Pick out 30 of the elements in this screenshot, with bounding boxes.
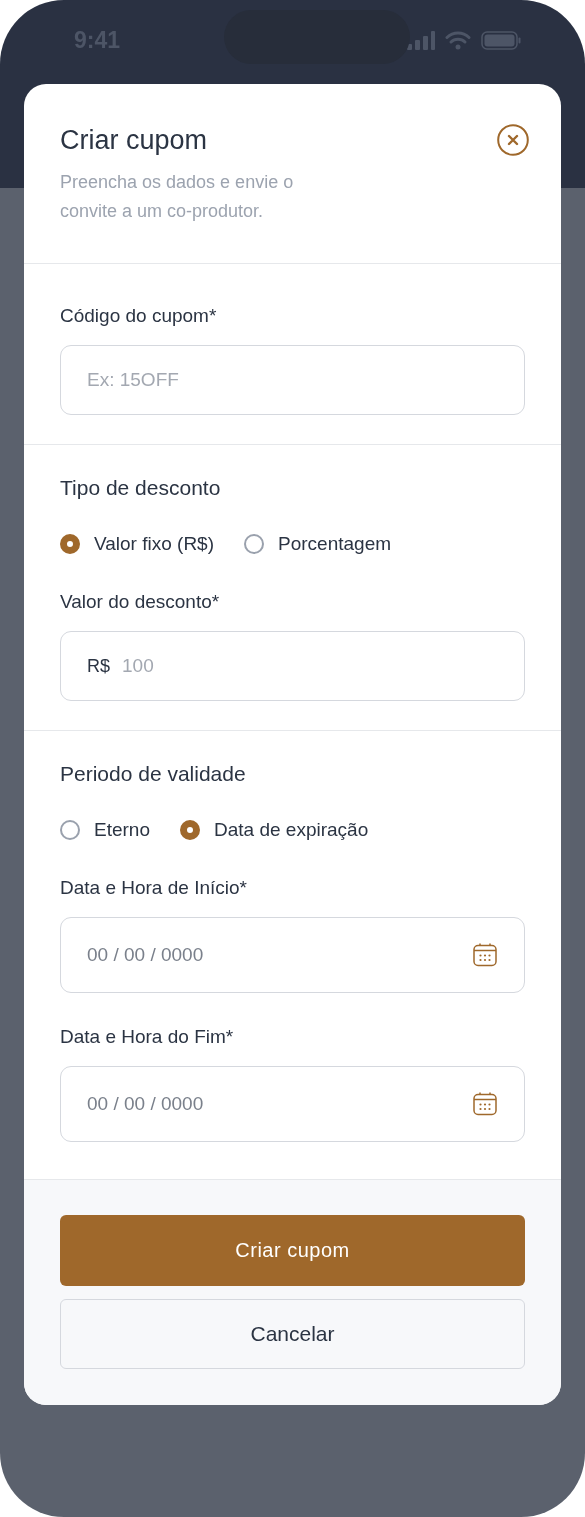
radio-option[interactable]: Valor fixo (R$) [60,531,214,557]
input-field[interactable]: Ex: 15OFF [60,345,525,415]
input-text[interactable]: Ex: 15OFF [87,369,498,391]
currency-prefix: R$ [87,655,110,677]
create-button[interactable]: Criar cupom [60,1215,525,1286]
close-icon [497,124,529,156]
modal-subtitle: Preencha os dados e envie o convite a um co-produtor. [60,171,295,223]
input-field[interactable]: 00 / 00 / 0000 [60,1066,525,1142]
field-label: Data e Hora de Início* [60,876,248,900]
radio-option[interactable]: Porcentagem [244,531,392,557]
input-text[interactable]: 100 [122,655,498,677]
calendar-icon[interactable] [472,1091,498,1117]
calendar-icon[interactable] [472,942,498,968]
battery-icon [481,30,521,50]
wifi-icon [445,30,471,50]
field-label: Valor do desconto* [60,590,221,614]
section-title: Periodo de validade [60,761,247,787]
input-field[interactable]: R$ 100 [60,631,525,701]
modal-title: Criar cupom [60,124,209,156]
cancel-button[interactable]: Cancelar [60,1299,525,1369]
field-label: Data e Hora do Fim* [60,1025,235,1049]
field-label: Código do cupom* [60,304,218,328]
close-button[interactable] [497,124,529,156]
input-text[interactable]: 00 / 00 / 0000 [87,944,460,966]
input-field[interactable]: 00 / 00 / 0000 [60,917,525,993]
signal-icon [407,30,435,50]
radio-option[interactable]: Data de expiração [180,817,369,843]
radio-option[interactable]: Eterno [60,817,150,843]
input-text[interactable]: 00 / 00 / 0000 [87,1093,460,1115]
section-title: Tipo de desconto [60,475,222,501]
